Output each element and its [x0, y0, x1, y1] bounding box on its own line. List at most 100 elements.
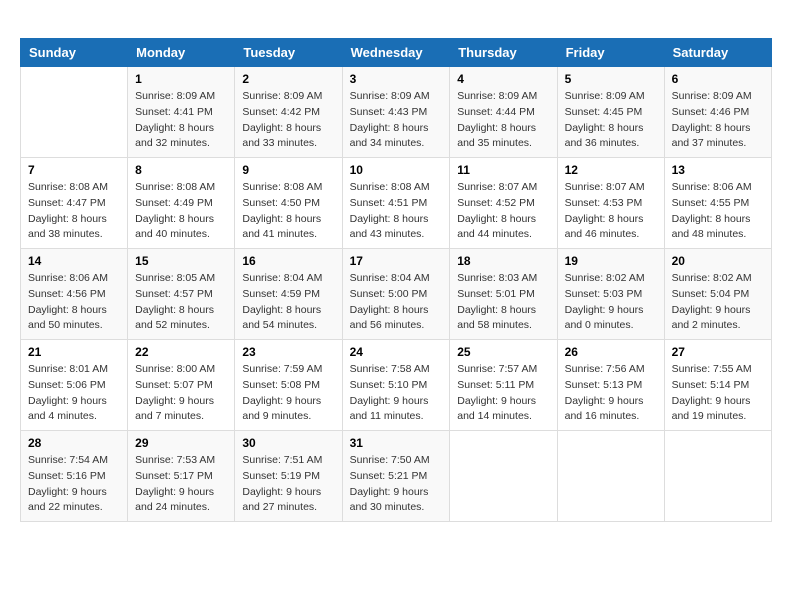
day-number: 2 — [242, 72, 334, 86]
week-row-1: 1 Sunrise: 8:09 AM Sunset: 4:41 PM Daylig… — [21, 67, 772, 158]
weekday-header-tuesday: Tuesday — [235, 39, 342, 67]
day-number: 12 — [565, 163, 657, 177]
calendar-cell: 10 Sunrise: 8:08 AM Sunset: 4:51 PM Dayli… — [342, 158, 450, 249]
calendar-cell: 28 Sunrise: 7:54 AM Sunset: 5:16 PM Dayli… — [21, 431, 128, 522]
calendar-cell: 29Sunrise: 7:53 AM Sunset: 5:17 PM Dayli… — [128, 431, 235, 522]
day-number: 26 — [565, 345, 657, 359]
day-number: 13 — [672, 163, 764, 177]
calendar-cell — [21, 67, 128, 158]
weekday-header-thursday: Thursday — [450, 39, 557, 67]
day-number: 27 — [672, 345, 764, 359]
calendar-cell: 31 Sunrise: 7:50 AM Sunset: 5:21 PM Dayli… — [342, 431, 450, 522]
day-number: 19 — [565, 254, 657, 268]
day-number: 5 — [565, 72, 657, 86]
day-info: Sunrise: 7:50 AM Sunset: 5:21 PM Dayligh… — [350, 453, 443, 516]
week-row-4: 21Sunrise: 8:01 AM Sunset: 5:06 PM Dayli… — [21, 340, 772, 431]
calendar-cell: 18Sunrise: 8:03 AM Sunset: 5:01 PM Dayli… — [450, 249, 557, 340]
calendar-cell: 9 Sunrise: 8:08 AM Sunset: 4:50 PM Daylig… — [235, 158, 342, 249]
calendar-cell: 26 Sunrise: 7:56 AM Sunset: 5:13 PM Dayli… — [557, 340, 664, 431]
calendar-cell: 15 Sunrise: 8:05 AM Sunset: 4:57 PM Dayli… — [128, 249, 235, 340]
day-info: Sunrise: 7:59 AM Sunset: 5:08 PM Dayligh… — [242, 362, 334, 425]
day-number: 8 — [135, 163, 227, 177]
day-number: 3 — [350, 72, 443, 86]
calendar-cell: 23 Sunrise: 7:59 AM Sunset: 5:08 PM Dayli… — [235, 340, 342, 431]
day-info: Sunrise: 7:58 AM Sunset: 5:10 PM Dayligh… — [350, 362, 443, 425]
day-info: Sunrise: 8:02 AM Sunset: 5:03 PM Dayligh… — [565, 271, 657, 334]
day-number: 23 — [242, 345, 334, 359]
day-info: Sunrise: 7:56 AM Sunset: 5:13 PM Dayligh… — [565, 362, 657, 425]
day-number: 14 — [28, 254, 120, 268]
day-number: 24 — [350, 345, 443, 359]
day-number: 11 — [457, 163, 549, 177]
calendar-table: SundayMondayTuesdayWednesdayThursdayFrid… — [20, 38, 772, 522]
day-info: Sunrise: 7:54 AM Sunset: 5:16 PM Dayligh… — [28, 453, 120, 516]
calendar-cell — [557, 431, 664, 522]
calendar-cell: 6 Sunrise: 8:09 AM Sunset: 4:46 PM Daylig… — [664, 67, 771, 158]
day-number: 1 — [135, 72, 227, 86]
calendar-cell: 8 Sunrise: 8:08 AM Sunset: 4:49 PM Daylig… — [128, 158, 235, 249]
day-number: 28 — [28, 436, 120, 450]
calendar-cell: 7Sunrise: 8:08 AM Sunset: 4:47 PM Daylig… — [21, 158, 128, 249]
weekday-header-friday: Friday — [557, 39, 664, 67]
weekday-header-saturday: Saturday — [664, 39, 771, 67]
day-number: 15 — [135, 254, 227, 268]
day-info: Sunrise: 7:51 AM Sunset: 5:19 PM Dayligh… — [242, 453, 334, 516]
day-info: Sunrise: 8:03 AM Sunset: 5:01 PM Dayligh… — [457, 271, 549, 334]
calendar-cell: 12 Sunrise: 8:07 AM Sunset: 4:53 PM Dayli… — [557, 158, 664, 249]
calendar-cell: 27 Sunrise: 7:55 AM Sunset: 5:14 PM Dayli… — [664, 340, 771, 431]
day-info: Sunrise: 8:07 AM Sunset: 4:53 PM Dayligh… — [565, 180, 657, 243]
day-info: Sunrise: 8:06 AM Sunset: 4:55 PM Dayligh… — [672, 180, 764, 243]
day-number: 21 — [28, 345, 120, 359]
day-info: Sunrise: 8:04 AM Sunset: 4:59 PM Dayligh… — [242, 271, 334, 334]
day-info: Sunrise: 8:09 AM Sunset: 4:46 PM Dayligh… — [672, 89, 764, 152]
day-info: Sunrise: 7:57 AM Sunset: 5:11 PM Dayligh… — [457, 362, 549, 425]
calendar-cell: 24 Sunrise: 7:58 AM Sunset: 5:10 PM Dayli… — [342, 340, 450, 431]
day-number: 6 — [672, 72, 764, 86]
week-row-2: 7Sunrise: 8:08 AM Sunset: 4:47 PM Daylig… — [21, 158, 772, 249]
day-info: Sunrise: 8:05 AM Sunset: 4:57 PM Dayligh… — [135, 271, 227, 334]
day-info: Sunrise: 7:55 AM Sunset: 5:14 PM Dayligh… — [672, 362, 764, 425]
day-info: Sunrise: 8:09 AM Sunset: 4:44 PM Dayligh… — [457, 89, 549, 152]
day-info: Sunrise: 8:04 AM Sunset: 5:00 PM Dayligh… — [350, 271, 443, 334]
day-info: Sunrise: 8:00 AM Sunset: 5:07 PM Dayligh… — [135, 362, 227, 425]
day-number: 17 — [350, 254, 443, 268]
day-number: 9 — [242, 163, 334, 177]
calendar-cell: 3 Sunrise: 8:09 AM Sunset: 4:43 PM Daylig… — [342, 67, 450, 158]
calendar-cell: 25Sunrise: 7:57 AM Sunset: 5:11 PM Dayli… — [450, 340, 557, 431]
day-info: Sunrise: 8:08 AM Sunset: 4:51 PM Dayligh… — [350, 180, 443, 243]
day-number: 29 — [135, 436, 227, 450]
day-number: 30 — [242, 436, 334, 450]
day-info: Sunrise: 8:09 AM Sunset: 4:45 PM Dayligh… — [565, 89, 657, 152]
calendar-cell: 19 Sunrise: 8:02 AM Sunset: 5:03 PM Dayli… — [557, 249, 664, 340]
day-info: Sunrise: 8:08 AM Sunset: 4:47 PM Dayligh… — [28, 180, 120, 243]
day-info: Sunrise: 8:02 AM Sunset: 5:04 PM Dayligh… — [672, 271, 764, 334]
day-info: Sunrise: 8:07 AM Sunset: 4:52 PM Dayligh… — [457, 180, 549, 243]
header: General Blue — [20, 20, 772, 22]
calendar-cell: 21Sunrise: 8:01 AM Sunset: 5:06 PM Dayli… — [21, 340, 128, 431]
calendar-cell: 2Sunrise: 8:09 AM Sunset: 4:42 PM Daylig… — [235, 67, 342, 158]
day-number: 16 — [242, 254, 334, 268]
day-number: 10 — [350, 163, 443, 177]
calendar-cell: 4 Sunrise: 8:09 AM Sunset: 4:44 PM Daylig… — [450, 67, 557, 158]
day-info: Sunrise: 8:09 AM Sunset: 4:43 PM Dayligh… — [350, 89, 443, 152]
day-info: Sunrise: 8:09 AM Sunset: 4:41 PM Dayligh… — [135, 89, 227, 152]
day-info: Sunrise: 8:08 AM Sunset: 4:50 PM Dayligh… — [242, 180, 334, 243]
calendar-cell: 1 Sunrise: 8:09 AM Sunset: 4:41 PM Daylig… — [128, 67, 235, 158]
day-info: Sunrise: 8:06 AM Sunset: 4:56 PM Dayligh… — [28, 271, 120, 334]
calendar-cell: 16 Sunrise: 8:04 AM Sunset: 4:59 PM Dayli… — [235, 249, 342, 340]
day-number: 4 — [457, 72, 549, 86]
weekday-header-monday: Monday — [128, 39, 235, 67]
weekday-header-sunday: Sunday — [21, 39, 128, 67]
calendar-cell: 30 Sunrise: 7:51 AM Sunset: 5:19 PM Dayli… — [235, 431, 342, 522]
calendar-cell: 13 Sunrise: 8:06 AM Sunset: 4:55 PM Dayli… — [664, 158, 771, 249]
calendar-cell: 5 Sunrise: 8:09 AM Sunset: 4:45 PM Daylig… — [557, 67, 664, 158]
day-number: 20 — [672, 254, 764, 268]
week-row-3: 14 Sunrise: 8:06 AM Sunset: 4:56 PM Dayli… — [21, 249, 772, 340]
calendar-cell: 11 Sunrise: 8:07 AM Sunset: 4:52 PM Dayli… — [450, 158, 557, 249]
calendar-cell: 14 Sunrise: 8:06 AM Sunset: 4:56 PM Dayli… — [21, 249, 128, 340]
weekday-header-wednesday: Wednesday — [342, 39, 450, 67]
calendar-cell: 22 Sunrise: 8:00 AM Sunset: 5:07 PM Dayli… — [128, 340, 235, 431]
day-number: 22 — [135, 345, 227, 359]
day-info: Sunrise: 8:08 AM Sunset: 4:49 PM Dayligh… — [135, 180, 227, 243]
day-number: 31 — [350, 436, 443, 450]
